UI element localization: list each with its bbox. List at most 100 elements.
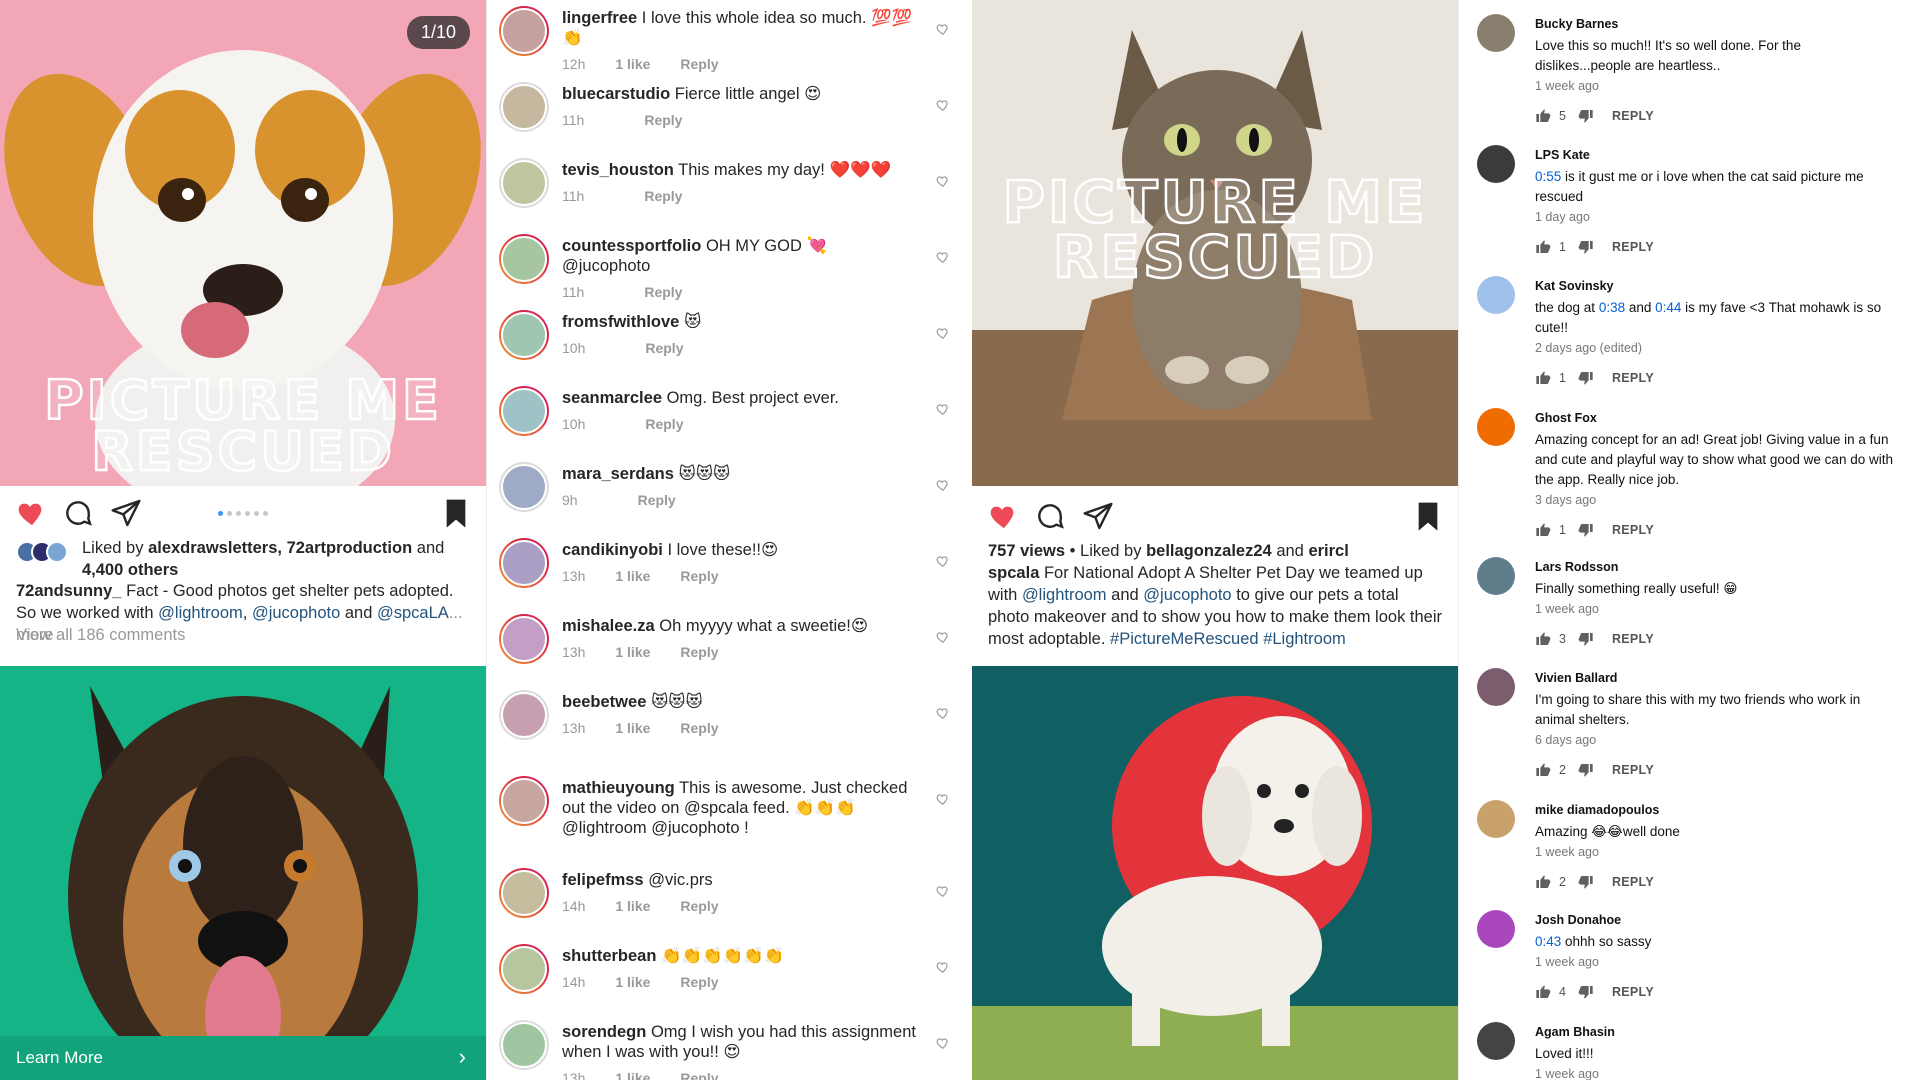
like-heart-icon[interactable]	[936, 1036, 950, 1050]
thumbs-down-icon[interactable]	[1578, 108, 1594, 124]
comment-likes[interactable]: 1 like	[615, 56, 650, 72]
comment-likes[interactable]: 1 like	[615, 644, 650, 660]
comment-reply-button[interactable]: Reply	[645, 416, 683, 432]
comment-reply-button[interactable]: Reply	[680, 898, 718, 914]
caption-tag-jucophoto[interactable]: @jucophoto	[252, 604, 340, 622]
thumbs-down-icon[interactable]	[1578, 762, 1594, 778]
comment-username[interactable]: candikinyobi	[562, 541, 663, 559]
bookmark-icon[interactable]	[1412, 500, 1444, 532]
comment-reply-button[interactable]: Reply	[638, 492, 676, 508]
caption2-username[interactable]: spcala	[988, 564, 1039, 582]
thumbs-down-icon[interactable]	[1578, 631, 1594, 647]
user-avatar[interactable]	[1477, 910, 1515, 948]
commenter-avatar[interactable]	[499, 158, 549, 208]
comment-time[interactable]: 2 days ago (edited)	[1535, 338, 1900, 358]
like-heart-icon[interactable]	[936, 706, 950, 720]
like-heart-icon[interactable]	[936, 792, 950, 806]
timestamp-link-2[interactable]: 0:44	[1655, 300, 1681, 315]
like-heart-icon[interactable]	[936, 960, 950, 974]
commenter-avatar[interactable]	[499, 310, 549, 360]
comment-time[interactable]: 1 day ago	[1535, 207, 1900, 227]
shepherd-photo[interactable]	[0, 666, 486, 1080]
caption-tag-spcala[interactable]: @spcaLA	[377, 604, 449, 622]
commenter-avatar[interactable]	[499, 1020, 549, 1070]
cat-photo[interactable]: PICTURE ME RESCUED	[972, 0, 1458, 486]
comment-author[interactable]: Kat Sovinsky	[1535, 276, 1900, 296]
thumbs-up-icon[interactable]	[1535, 239, 1551, 255]
comment-time[interactable]: 1 week ago	[1535, 76, 1900, 96]
user-avatar[interactable]	[1477, 668, 1515, 706]
views-count[interactable]: 757 views	[988, 542, 1065, 560]
comment-reply-button[interactable]: Reply	[680, 720, 718, 736]
share-icon[interactable]	[1082, 500, 1114, 532]
comment-author[interactable]: Bucky Barnes	[1535, 14, 1900, 34]
comment-icon[interactable]	[1034, 500, 1066, 532]
commenter-avatar[interactable]	[499, 944, 549, 994]
caption2-tag-lightroom[interactable]: @lightroom	[1022, 586, 1107, 604]
reply-button[interactable]: REPLY	[1612, 368, 1654, 388]
comment-username[interactable]: mara_serdans	[562, 465, 674, 483]
caption-username[interactable]: 72andsunny_	[16, 582, 121, 600]
comment-author[interactable]: Vivien Ballard	[1535, 668, 1900, 688]
caption-tag-lightroom[interactable]: @lightroom	[158, 604, 243, 622]
thumbs-down-icon[interactable]	[1578, 522, 1594, 538]
commenter-avatar[interactable]	[499, 538, 549, 588]
reply-button[interactable]: REPLY	[1612, 520, 1654, 540]
comment-time[interactable]: 1 week ago	[1535, 1064, 1900, 1080]
comment-likes[interactable]: 1 like	[615, 720, 650, 736]
comment-author[interactable]: Ghost Fox	[1535, 408, 1900, 428]
comment-reply-button[interactable]: Reply	[680, 56, 718, 72]
commenter-avatar[interactable]	[499, 614, 549, 664]
liked-user-1[interactable]: alexdrawsletters	[148, 539, 277, 557]
comment-author[interactable]: Agam Bhasin	[1535, 1022, 1900, 1042]
commenter-avatar[interactable]	[499, 868, 549, 918]
user-avatar[interactable]	[1477, 557, 1515, 595]
puppy-photo[interactable]: 1/10 PICTURE ME RESCUED	[0, 0, 486, 486]
comment-username[interactable]: mishalee.za	[562, 617, 655, 635]
comment-reply-button[interactable]: Reply	[645, 340, 683, 356]
comment-author[interactable]: Lars Rodsson	[1535, 557, 1900, 577]
comment-username[interactable]: felipefmss	[562, 871, 644, 889]
commenter-avatar[interactable]	[499, 386, 549, 436]
liked2-user-1[interactable]: bellagonzalez24	[1146, 542, 1272, 560]
comment-time[interactable]: 1 week ago	[1535, 599, 1900, 619]
comment-username[interactable]: fromsfwithlove	[562, 313, 679, 331]
learn-more-button[interactable]: Learn More ›	[0, 1036, 486, 1080]
caption2-hashtag-1[interactable]: #PictureMeRescued	[1110, 630, 1259, 648]
comment-time[interactable]: 1 week ago	[1535, 842, 1900, 862]
reply-button[interactable]: REPLY	[1612, 982, 1654, 1002]
user-avatar[interactable]	[1477, 800, 1515, 838]
poodle-photo[interactable]	[972, 666, 1458, 1080]
comment-author[interactable]: Josh Donahoe	[1535, 910, 1900, 930]
heart-icon[interactable]	[986, 500, 1018, 532]
thumbs-up-icon[interactable]	[1535, 984, 1551, 1000]
thumbs-down-icon[interactable]	[1578, 874, 1594, 890]
user-avatar[interactable]	[1477, 1022, 1515, 1060]
comment-likes[interactable]: 1 like	[615, 568, 650, 584]
comment-reply-button[interactable]: Reply	[680, 644, 718, 660]
liked2-user-2[interactable]: erircl	[1308, 542, 1348, 560]
liked-user-2[interactable]: 72artproduction	[287, 539, 413, 557]
thumbs-up-icon[interactable]	[1535, 522, 1551, 538]
comment-reply-button[interactable]: Reply	[680, 974, 718, 990]
like-heart-icon[interactable]	[936, 554, 950, 568]
commenter-avatar[interactable]	[499, 690, 549, 740]
user-avatar[interactable]	[1477, 14, 1515, 52]
caption2-hashtag-2[interactable]: #Lightroom	[1263, 630, 1346, 648]
comment-reply-button[interactable]: Reply	[644, 284, 682, 300]
comment-reply-button[interactable]: Reply	[680, 1070, 718, 1080]
like-heart-icon[interactable]	[936, 326, 950, 340]
user-avatar[interactable]	[1477, 145, 1515, 183]
comment-time[interactable]: 1 week ago	[1535, 952, 1900, 972]
comment-username[interactable]: beebetwee	[562, 693, 646, 711]
like-heart-icon[interactable]	[936, 174, 950, 188]
comment-reply-button[interactable]: Reply	[644, 112, 682, 128]
thumbs-up-icon[interactable]	[1535, 108, 1551, 124]
comment-username[interactable]: shutterbean	[562, 947, 656, 965]
thumbs-down-icon[interactable]	[1578, 370, 1594, 386]
thumbs-down-icon[interactable]	[1578, 984, 1594, 1000]
bookmark-icon[interactable]	[440, 497, 472, 529]
carousel-dots[interactable]	[218, 511, 268, 516]
comment-username[interactable]: mathieuyoung	[562, 779, 675, 797]
comment-likes[interactable]: 1 like	[615, 1070, 650, 1080]
